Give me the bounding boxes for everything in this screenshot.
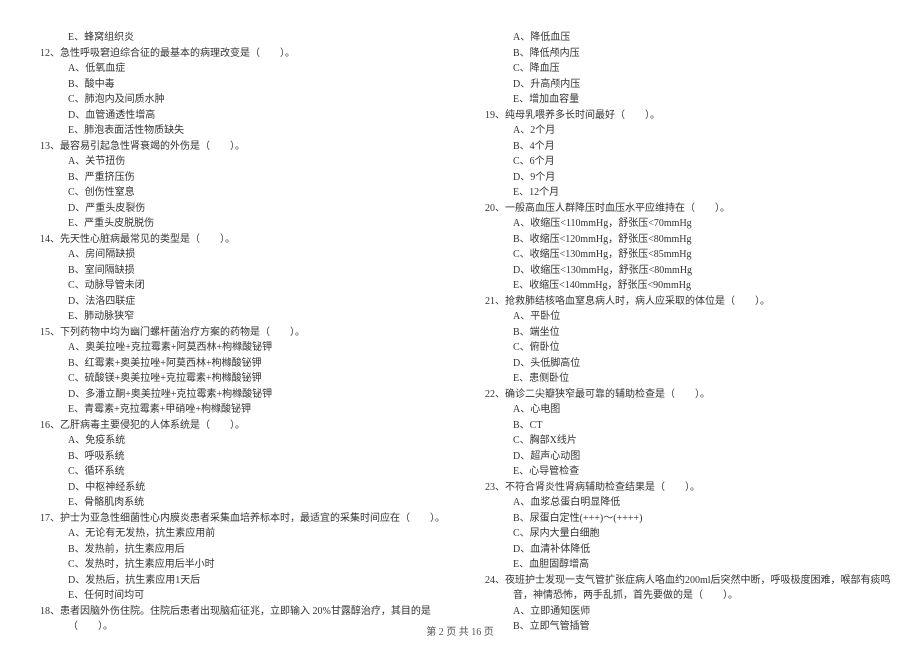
option-line: A、立即通知医师 [485,604,891,620]
question-line: 21、抢救肺结核咯血窒息病人时，病人应采取的体位是（ ）。 [485,294,891,310]
option-line: E、严重头皮脱脱伤 [40,216,445,232]
option-line: A、房间隔缺损 [40,247,445,263]
option-line: C、硫酸镁+奥美拉唑+克拉霉素+枸橼酸铋钾 [40,371,445,387]
option-line: C、发热时，抗生素应用后半小时 [40,557,445,573]
option-line: A、奥美拉唑+克拉霉素+阿莫西林+枸橼酸铋钾 [40,340,445,356]
option-line: B、尿蛋白定性(+++)～(++++) [485,511,891,527]
option-line: B、发热前，抗生素应用后 [40,542,445,558]
option-line: B、室间隔缺损 [40,263,445,279]
option-line: D、中枢神经系统 [40,480,445,496]
option-line: E、心导管检查 [485,464,891,480]
page-footer: 第 2 页 共 16 页 [0,623,920,638]
option-line: E、血胆固醇增高 [485,557,891,573]
question-line: 12、急性呼吸窘迫综合征的最基本的病理改变是（ ）。 [40,46,445,62]
option-line: E、收缩压<140mmHg，舒张压<90mmHg [485,278,891,294]
question-line: 24、夜班护士发现一支气管扩张症病人咯血约200ml后突然中断，呼吸极度困难，喉… [485,573,891,589]
option-line: A、关节扭伤 [40,154,445,170]
option-line: A、血浆总蛋白明显降低 [485,495,891,511]
option-line: B、收缩压<120mmHg，舒张压<80mmHg [485,232,891,248]
option-line: D、严重头皮裂伤 [40,201,445,217]
option-line: A、降低血压 [485,30,891,46]
question-line: 14、先天性心脏病最常见的类型是（ ）。 [40,232,445,248]
option-line: C、动脉导管未闭 [40,278,445,294]
question-line: 15、下列药物中均为幽门螺杆菌治疗方案的药物是（ ）。 [40,325,445,341]
question-line: 17、护士为亚急性细菌性心内膜炎患者采集血培养标本时，最适宜的采集时间应在（ ）… [40,511,445,527]
page-content: E、蜂窝组织炎12、急性呼吸窘迫综合征的最基本的病理改变是（ ）。A、低氧血症B… [40,30,890,600]
option-line: A、平卧位 [485,309,891,325]
question-line: 16、乙肝病毒主要侵犯的人体系统是（ ）。 [40,418,445,434]
option-line: D、发热后，抗生素应用1天后 [40,573,445,589]
option-line: A、心电图 [485,402,891,418]
option-line: C、肺泡内及间质水肿 [40,92,445,108]
option-line: B、呼吸系统 [40,449,445,465]
option-line: B、4个月 [485,139,891,155]
option-line: E、12个月 [485,185,891,201]
option-line: C、降血压 [485,61,891,77]
option-line: D、多潘立酮+奥美拉唑+克拉霉素+枸橼酸铋钾 [40,387,445,403]
option-line: D、头低脚高位 [485,356,891,372]
option-line: E、患侧卧位 [485,371,891,387]
option-line: B、严重挤压伤 [40,170,445,186]
option-line: E、骨骼肌肉系统 [40,495,445,511]
question-line: 20、一般高血压人群降压时血压水平应维持在（ ）。 [485,201,891,217]
option-line: C、尿内大量白细胞 [485,526,891,542]
question-line: 22、确诊二尖瓣狭窄最可靠的辅助检查是（ ）。 [485,387,891,403]
question-continuation: 音，神情恐怖，两手乱抓，首先要做的是（ ）。 [485,588,891,604]
question-line: 18、患者因脑外伤住院。住院后患者出现脑疝征兆，立即输入 20%甘露醇治疗，其目… [40,604,445,620]
option-line: D、升高颅内压 [485,77,891,93]
option-line: B、端坐位 [485,325,891,341]
option-line: C、创伤性窒息 [40,185,445,201]
option-line: E、任何时间均可 [40,588,445,604]
question-line: 13、最容易引起急性肾衰竭的外伤是（ ）。 [40,139,445,155]
option-line: E、蜂窝组织炎 [40,30,445,46]
option-line: C、胸部X线片 [485,433,891,449]
option-line: B、红霉素+奥美拉唑+阿莫西林+枸橼酸铋钾 [40,356,445,372]
option-line: B、CT [485,418,891,434]
option-line: A、无论有无发热，抗生素应用前 [40,526,445,542]
option-line: D、法洛四联症 [40,294,445,310]
option-line: C、6个月 [485,154,891,170]
option-line: A、2个月 [485,123,891,139]
option-line: A、低氧血症 [40,61,445,77]
option-line: D、收缩压<130mmHg，舒张压<80mmHg [485,263,891,279]
option-line: A、免疫系统 [40,433,445,449]
option-line: C、俯卧位 [485,340,891,356]
option-line: D、血管通透性增高 [40,108,445,124]
option-line: E、青霉素+克拉霉素+甲硝唑+枸橼酸铋钾 [40,402,445,418]
option-line: C、循环系统 [40,464,445,480]
right-column: A、降低血压B、降低颅内压C、降血压D、升高颅内压E、增加血容量19、纯母乳喂养… [485,30,891,600]
question-line: 23、不符合肾炎性肾病辅助检查结果是（ ）。 [485,480,891,496]
question-line: 19、纯母乳喂养多长时间最好（ ）。 [485,108,891,124]
option-line: C、收缩压<130mmHg，舒张压<85mmHg [485,247,891,263]
option-line: D、9个月 [485,170,891,186]
option-line: B、酸中毒 [40,77,445,93]
option-line: B、降低颅内压 [485,46,891,62]
option-line: E、肺动脉狭窄 [40,309,445,325]
option-line: E、增加血容量 [485,92,891,108]
option-line: A、收缩压<110mmHg，舒张压<70mmHg [485,216,891,232]
left-column: E、蜂窝组织炎12、急性呼吸窘迫综合征的最基本的病理改变是（ ）。A、低氧血症B… [40,30,445,600]
option-line: E、肺泡表面活性物质缺失 [40,123,445,139]
option-line: D、血清补体降低 [485,542,891,558]
option-line: D、超声心动图 [485,449,891,465]
